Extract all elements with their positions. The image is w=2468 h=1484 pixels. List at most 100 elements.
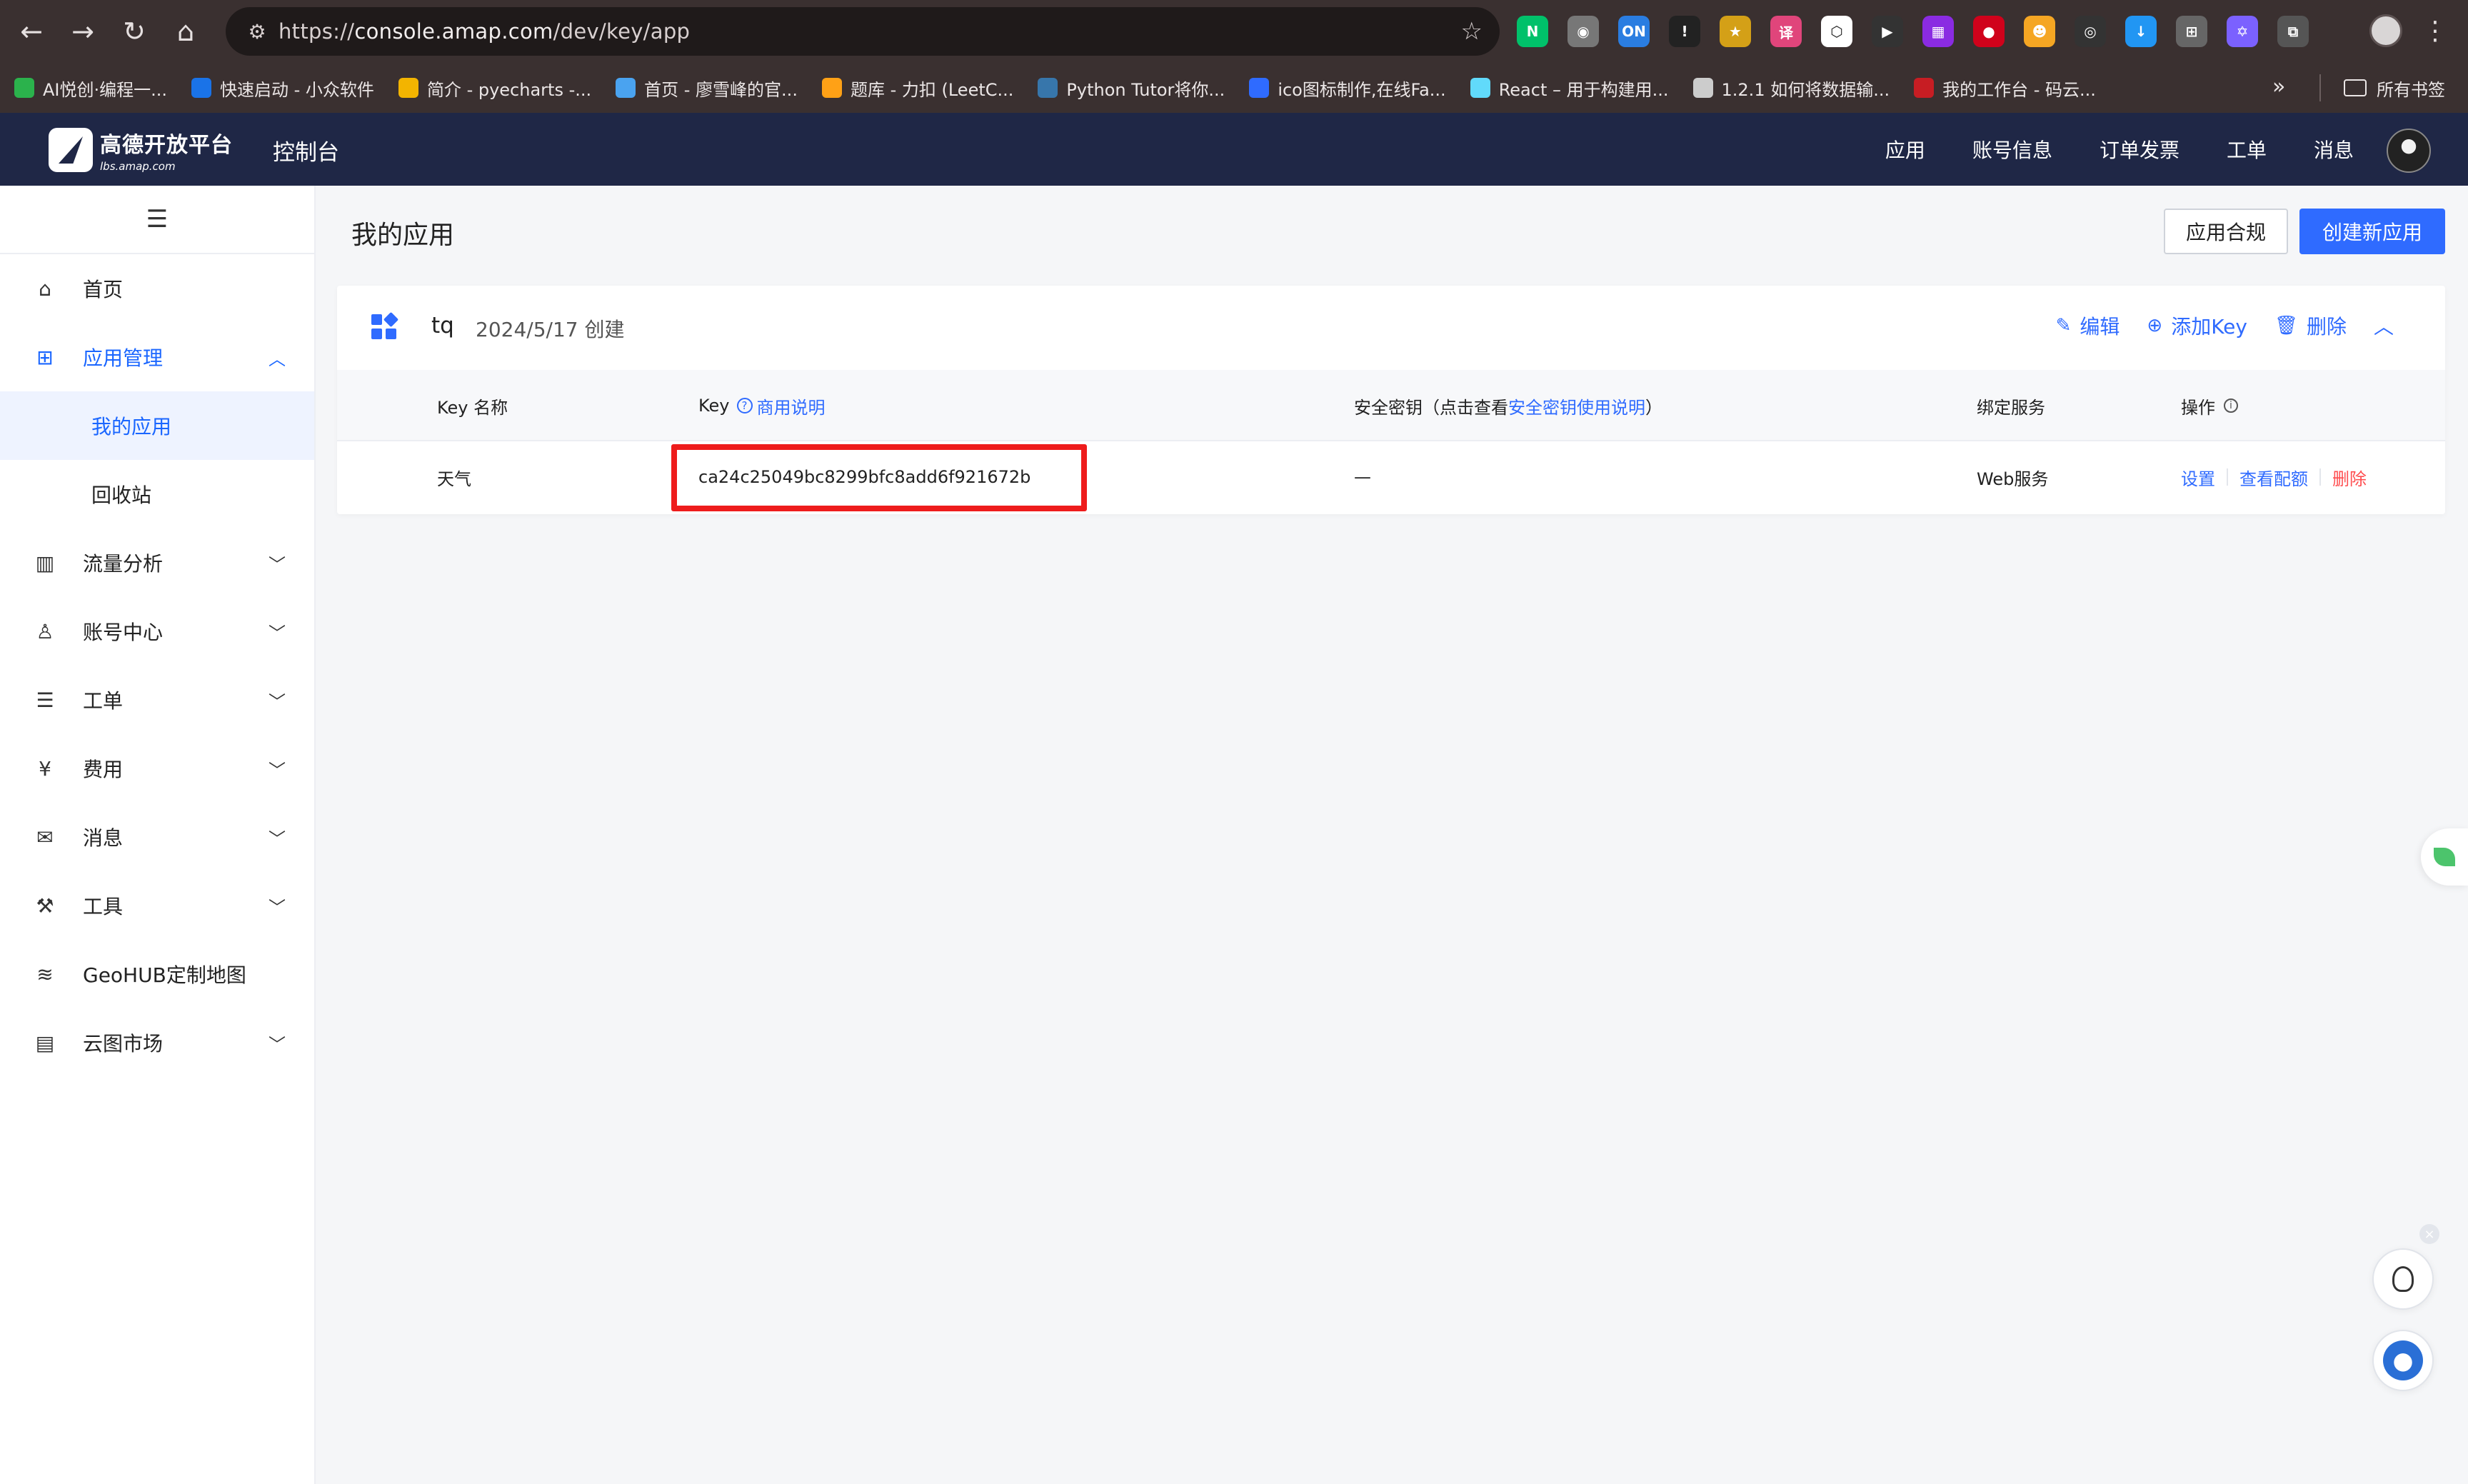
bookmark-favicon-icon bbox=[1914, 78, 1935, 98]
chevron-down-icon: ﹀ bbox=[269, 691, 286, 712]
col-service: 绑定服务 bbox=[1977, 397, 2045, 418]
add-key-button[interactable]: ⊕ 添加Key bbox=[2147, 311, 2247, 340]
sidebar-item-tools[interactable]: ⚒ 工具 ﹀ bbox=[0, 871, 314, 940]
nuxt-icon[interactable]: N bbox=[1517, 16, 1548, 47]
sidebar-item-my-apps[interactable]: 我的应用 bbox=[0, 391, 314, 460]
badge-icon[interactable]: ! bbox=[1669, 16, 1700, 47]
col-ops: 操作 i bbox=[2181, 370, 2238, 441]
info-icon[interactable]: i bbox=[2224, 398, 2238, 413]
edit-app-button[interactable]: ✎ 编辑 bbox=[2056, 311, 2120, 340]
on-toggle-icon[interactable]: ON bbox=[1618, 16, 1650, 47]
back-arrow-icon[interactable]: ← bbox=[10, 10, 53, 53]
sidebar-item-billing[interactable]: ¥ 费用 ﹀ bbox=[0, 734, 314, 803]
camera-icon[interactable]: ◉ bbox=[1567, 16, 1599, 47]
ops-cell: 设置 查看配额 删除 bbox=[2181, 441, 2367, 513]
bookmark-item[interactable]: React – 用于构建用... bbox=[1470, 76, 1669, 101]
record-icon[interactable]: ● bbox=[1973, 16, 2005, 47]
sidebar-collapse-toggle[interactable]: ☰ bbox=[0, 186, 314, 254]
assistant-button[interactable] bbox=[2372, 1330, 2434, 1391]
sidebar-item-cloud-market[interactable]: ▤ 云图市场 ﹀ bbox=[0, 1008, 314, 1077]
chevron-up-icon: ︿ bbox=[269, 349, 286, 369]
top-nav-account[interactable]: 账号信息 bbox=[1972, 135, 2052, 164]
delete-app-button[interactable]: 🗑 删除 bbox=[2274, 311, 2347, 340]
github-icon[interactable]: ◎ bbox=[2075, 16, 2106, 47]
sidebar-item-geohub[interactable]: ≋ GeoHUB定制地图 bbox=[0, 940, 314, 1008]
bookmark-item[interactable]: 简介 - pyecharts -... bbox=[398, 76, 591, 101]
create-app-button[interactable]: 创建新应用 bbox=[2299, 209, 2445, 254]
sidebar-item-account[interactable]: ♙ 账号中心 ﹀ bbox=[0, 597, 314, 666]
amap-logo-icon bbox=[49, 128, 93, 172]
forward-arrow-icon[interactable]: → bbox=[61, 10, 104, 53]
hex-icon[interactable]: ⬡ bbox=[1821, 16, 1852, 47]
download-icon[interactable]: ↓ bbox=[2125, 16, 2157, 47]
hamburger-icon: ☰ bbox=[146, 205, 169, 234]
bookmark-item[interactable]: ico图标制作,在线Fa... bbox=[1249, 76, 1446, 101]
sidebar-item-label: 费用 bbox=[83, 758, 124, 781]
sidebar-item-tickets[interactable]: ☰ 工单 ﹀ bbox=[0, 666, 314, 734]
home-browser-icon[interactable]: ⌂ bbox=[164, 10, 207, 53]
wrench-icon: ⚒ bbox=[36, 893, 54, 918]
sidebar-item-app-management[interactable]: ⊞ 应用管理 ︿ bbox=[0, 323, 314, 391]
app-card-header: tq 2024/5/17 创建 ✎ 编辑 ⊕ 添加Key 🗑 删除 ︿ bbox=[337, 286, 2445, 370]
bill-icon: ¥ bbox=[39, 756, 51, 781]
react-icon[interactable]: ✡ bbox=[2227, 16, 2258, 47]
collapse-app-button[interactable]: ︿ bbox=[2374, 311, 2394, 340]
all-bookmarks-folder[interactable]: 所有书签 bbox=[2344, 63, 2445, 113]
translate-icon[interactable]: 译 bbox=[1770, 16, 1802, 47]
monkey-icon[interactable]: ☻ bbox=[2024, 16, 2055, 47]
star-icon[interactable]: ★ bbox=[1720, 16, 1751, 47]
app-card: tq 2024/5/17 创建 ✎ 编辑 ⊕ 添加Key 🗑 删除 ︿ Key … bbox=[337, 286, 2445, 514]
sidebar-item-home[interactable]: ⌂ 首页 bbox=[0, 254, 314, 323]
view-quota-link[interactable]: 查看配额 bbox=[2239, 465, 2308, 490]
bookmarks-overflow-icon[interactable]: » bbox=[2272, 74, 2285, 99]
top-nav-invoices[interactable]: 订单发票 bbox=[2100, 135, 2179, 164]
bookmark-item[interactable]: 首页 - 廖雪峰的官... bbox=[616, 76, 798, 101]
key-settings-link[interactable]: 设置 bbox=[2181, 465, 2215, 490]
bookmark-item[interactable]: 1.2.1 如何将数据输... bbox=[1692, 76, 1890, 101]
site-settings-icon[interactable]: ⚙ bbox=[236, 20, 279, 44]
brand-domain: lbs.amap.com bbox=[100, 160, 176, 173]
bookmark-label: 1.2.1 如何将数据输... bbox=[1721, 79, 1890, 100]
cursor-icon[interactable]: ▶ bbox=[1872, 16, 1903, 47]
bookmark-label: 我的工作台 - 码云... bbox=[1942, 79, 2096, 100]
top-nav-tickets[interactable]: 工单 bbox=[2227, 135, 2267, 164]
address-bar[interactable]: ⚙ https://console.amap.com/dev/key/app ☆ bbox=[226, 7, 1500, 56]
bookmark-item[interactable]: Python Tutor将你... bbox=[1038, 76, 1225, 101]
secret-usage-link[interactable]: 安全密钥使用说明 bbox=[1508, 393, 1645, 418]
leaf-widget-icon[interactable] bbox=[2421, 828, 2468, 886]
bookmark-label: 题库 - 力扣 (LeetC... bbox=[850, 79, 1014, 100]
bookmark-item[interactable]: 快速启动 - 小众软件 bbox=[191, 76, 374, 101]
secret-cell: — bbox=[1354, 467, 1371, 487]
more-menu-icon[interactable]: ⋮ bbox=[2421, 10, 2449, 53]
bookmark-favicon-icon bbox=[616, 78, 636, 98]
chevron-down-icon: ﹀ bbox=[269, 623, 286, 643]
sidebar-item-recycle-bin[interactable]: 回收站 bbox=[0, 460, 314, 528]
bookmark-item[interactable]: AI悦创·编程一... bbox=[14, 76, 167, 101]
tetris-icon[interactable]: ▦ bbox=[1922, 16, 1954, 47]
chevron-down-icon: ﹀ bbox=[269, 760, 286, 781]
delete-key-link[interactable]: 删除 bbox=[2332, 465, 2367, 490]
bookmarks-bar: AI悦创·编程一... 快速启动 - 小众软件 简介 - pyecharts -..… bbox=[0, 63, 2468, 113]
puzzle-icon[interactable]: ⧉ bbox=[2277, 16, 2309, 47]
bookmark-item[interactable]: 我的工作台 - 码云... bbox=[1914, 76, 2096, 101]
chevron-down-icon: ﹀ bbox=[269, 554, 286, 575]
feedback-bulb-button[interactable] bbox=[2372, 1248, 2434, 1310]
grid-icon[interactable]: ⊞ bbox=[2176, 16, 2207, 47]
top-nav-messages[interactable]: 消息 bbox=[2314, 135, 2354, 164]
bookmarks-divider bbox=[2319, 74, 2321, 101]
close-icon[interactable]: × bbox=[2419, 1224, 2439, 1244]
sidebar-item-messages[interactable]: ✉ 消息 ﹀ bbox=[0, 803, 314, 871]
commercial-info-link[interactable]: 商用说明 bbox=[757, 393, 826, 418]
sidebar-item-traffic[interactable]: ▥ 流量分析 ﹀ bbox=[0, 528, 314, 597]
top-nav-apps[interactable]: 应用 bbox=[1885, 135, 1925, 164]
app-grid-icon bbox=[371, 311, 399, 340]
app-compliance-button[interactable]: 应用合规 bbox=[2164, 209, 2288, 254]
reload-icon[interactable]: ↻ bbox=[113, 10, 156, 53]
profile-avatar[interactable] bbox=[2369, 14, 2402, 47]
user-avatar[interactable] bbox=[2387, 129, 2431, 173]
bookmark-item[interactable]: 题库 - 力扣 (LeetC... bbox=[821, 76, 1014, 101]
chevron-down-icon: ﹀ bbox=[269, 828, 286, 849]
app-actions: ✎ 编辑 ⊕ 添加Key 🗑 删除 ︿ bbox=[2029, 311, 2394, 340]
amap-logo[interactable]: 高德开放平台 lbs.amap.com bbox=[49, 127, 233, 173]
bookmark-star-icon[interactable]: ☆ bbox=[1461, 17, 1483, 46]
